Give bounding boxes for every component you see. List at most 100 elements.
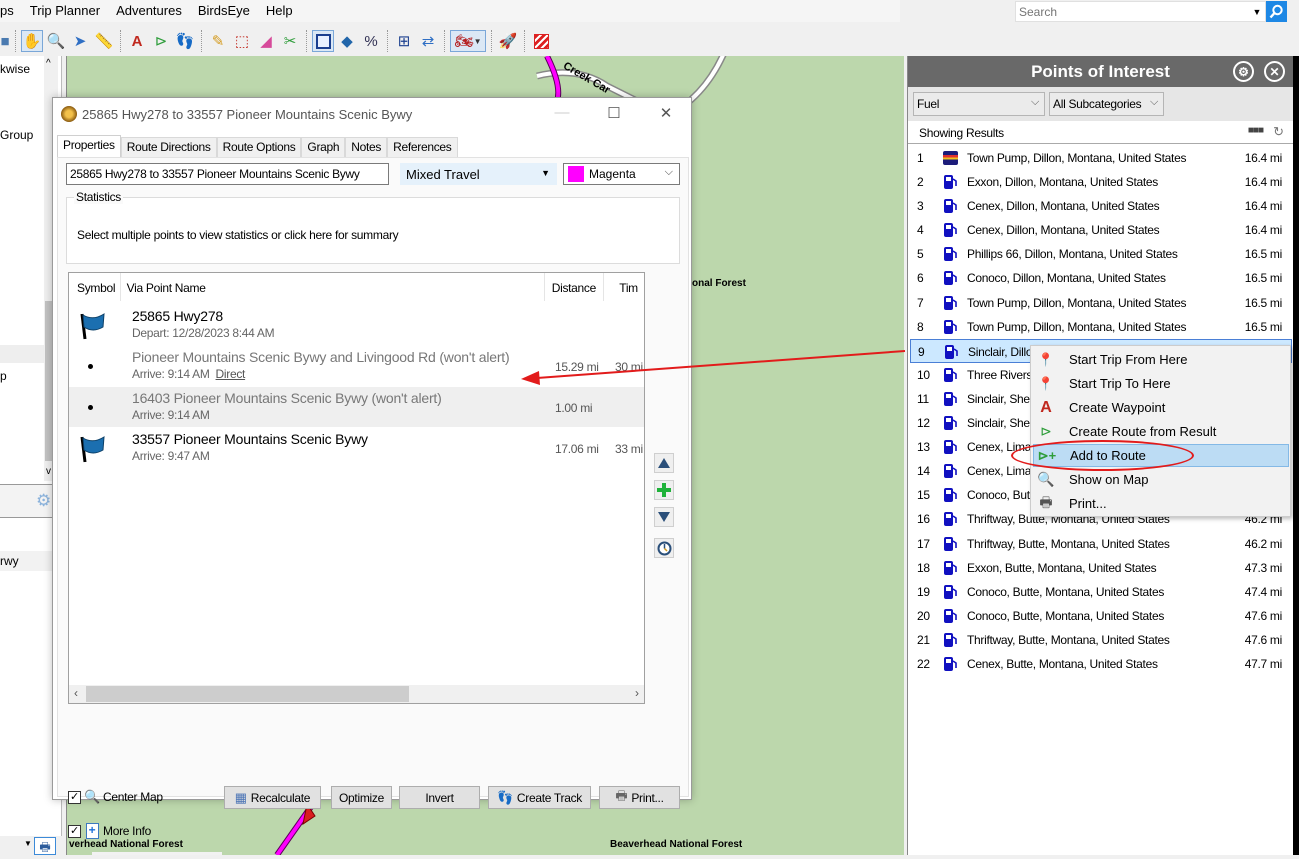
launch-rocket-icon[interactable]: 🚀 <box>497 30 519 52</box>
scroll-right-icon[interactable]: › <box>635 686 639 700</box>
left-panel-item[interactable]: Group <box>0 128 33 142</box>
column-time[interactable]: Tim <box>604 273 644 301</box>
horizontal-scrollbar[interactable]: ‹ › <box>69 685 644 703</box>
add-via-point-button[interactable] <box>654 480 674 500</box>
tab-notes[interactable]: Notes <box>345 137 388 157</box>
dropdown-arrow-icon[interactable]: ▼ <box>24 839 32 848</box>
tab-route-directions[interactable]: Route Directions <box>120 137 217 157</box>
search-dropdown-arrow[interactable]: ▼ <box>1249 7 1265 17</box>
poi-result-row[interactable]: 8 Town Pump, Dillon, Montana, United Stat… <box>910 315 1292 339</box>
scroll-left-icon[interactable]: ‹ <box>74 686 78 700</box>
settings-gear-icon[interactable]: ⚙ <box>1233 61 1254 82</box>
zoom-magnifier-icon[interactable]: 🔍 <box>45 30 67 52</box>
poi-result-row[interactable]: 21 Thriftway, Butte, Montana, United Stat… <box>910 628 1292 652</box>
no-entry-icon[interactable] <box>530 30 552 52</box>
route-name-input[interactable]: 25865 Hwy278 to 33557 Pioneer Mountains … <box>66 163 389 185</box>
hand-pan-icon[interactable]: ✋ <box>21 30 43 52</box>
context-menu-item[interactable]: A Create Waypoint <box>1033 396 1289 419</box>
context-menu-item[interactable]: 📍 Start Trip From Here <box>1033 348 1289 371</box>
poi-result-row[interactable]: 7 Town Pump, Dillon, Montana, United Stat… <box>910 291 1292 315</box>
menu-maps[interactable]: ps <box>0 0 24 22</box>
map-frame-icon[interactable] <box>312 30 334 52</box>
menu-adventures[interactable]: Adventures <box>110 0 192 22</box>
search-input[interactable] <box>1016 3 1249 20</box>
motorcycle-profile-icon[interactable]: 🏍 ▼ <box>450 30 486 52</box>
select-arrow-icon[interactable]: ➤ <box>69 30 91 52</box>
tab-properties[interactable]: Properties <box>57 135 121 157</box>
context-menu-item[interactable]: 📍 Start Trip To Here <box>1033 372 1289 395</box>
checkbox-box[interactable]: ✓ <box>68 824 81 838</box>
poi-result-row[interactable]: 1 Town Pump, Dillon, Montana, United Stat… <box>910 146 1292 170</box>
menu-help[interactable]: Help <box>260 0 303 22</box>
column-via-point-name[interactable]: Via Point Name <box>121 273 545 301</box>
via-point-row[interactable]: 16403 Pioneer Mountains Scenic Bywy (won… <box>69 387 644 427</box>
poi-result-row[interactable]: 17 Thriftway, Butte, Montana, United Stat… <box>910 532 1292 556</box>
gear-icon[interactable]: ⚙ <box>36 491 51 511</box>
invert-button[interactable]: Invert <box>399 786 480 809</box>
subcategory-select[interactable]: All Subcategories ⌵ <box>1049 92 1164 116</box>
3d-view-icon[interactable]: ◆ <box>336 30 358 52</box>
statistics-group[interactable]: Statistics Select multiple points to vie… <box>66 190 680 264</box>
selection-icon[interactable]: ⬚ <box>231 30 253 52</box>
waypoint-flag-icon[interactable]: A <box>126 30 148 52</box>
percent-icon[interactable]: % <box>360 30 382 52</box>
minimize-button[interactable]: — <box>547 104 577 124</box>
move-up-button[interactable] <box>654 453 674 473</box>
refresh-icon[interactable]: ↻ <box>1273 124 1284 140</box>
poi-result-row[interactable]: 18 Exxon, Butte, Montana, United States 47… <box>910 556 1292 580</box>
scissors-icon[interactable]: ✂ <box>279 30 301 52</box>
schedule-button[interactable] <box>654 538 674 558</box>
fit-icon[interactable]: ⊞ <box>393 30 415 52</box>
scroll-up-icon[interactable]: ^ <box>46 58 51 69</box>
scrollbar-thumb[interactable] <box>86 686 409 702</box>
more-options-icon[interactable]: ■■■ <box>1248 125 1264 136</box>
context-menu-item[interactable]: ⊳ Create Route from Result <box>1033 420 1289 443</box>
poi-result-row[interactable]: 22 Cenex, Butte, Montana, United States 47… <box>910 652 1292 676</box>
statistics-message[interactable]: Select multiple points to view statistic… <box>77 228 399 242</box>
tab-graph[interactable]: Graph <box>301 137 346 157</box>
poi-result-row[interactable]: 20 Conoco, Butte, Montana, United States 4… <box>910 604 1292 628</box>
column-symbol[interactable]: Symbol <box>69 273 121 301</box>
poi-result-row[interactable]: 19 Conoco, Butte, Montana, United States 4… <box>910 580 1292 604</box>
draw-pencil-icon[interactable]: ✎ <box>207 30 229 52</box>
optimize-button[interactable]: Optimize <box>331 786 392 809</box>
travel-mode-select[interactable]: Mixed Travel ▼ <box>400 163 557 185</box>
print-icon[interactable]: 🖶 <box>34 837 56 855</box>
tab-references[interactable]: References <box>387 137 458 157</box>
recalculate-button[interactable]: ▦ Recalculate <box>224 786 321 809</box>
via-point-row[interactable]: 25865 Hwy278 Depart: 12/28/2023 8:44 AM <box>69 305 644 345</box>
category-select[interactable]: Fuel ⌵ <box>913 92 1045 116</box>
poi-result-row[interactable]: 6 Conoco, Dillon, Montana, United States 1… <box>910 266 1292 290</box>
poi-result-row[interactable]: 5 Phillips 66, Dillon, Montana, United St… <box>910 242 1292 266</box>
context-menu-item[interactable]: 🖶 Print... <box>1033 492 1289 515</box>
swap-icon[interactable]: ⇄ <box>417 30 439 52</box>
measure-ruler-icon[interactable]: 📏 <box>93 30 115 52</box>
create-track-button[interactable]: 👣 Create Track <box>488 786 591 809</box>
poi-result-row[interactable]: 2 Exxon, Dillon, Montana, United States 16… <box>910 170 1292 194</box>
track-footprint-icon[interactable]: 👣 <box>174 30 196 52</box>
checkbox-box[interactable]: ✓ <box>68 790 81 804</box>
menu-trip-planner[interactable]: Trip Planner <box>24 0 110 22</box>
left-panel-item[interactable]: p <box>0 369 7 383</box>
maximize-button[interactable]: ☐ <box>599 104 629 124</box>
left-panel-selected-row[interactable] <box>0 345 44 363</box>
route-icon[interactable]: ⊳ <box>150 30 172 52</box>
move-down-button[interactable] <box>654 507 674 527</box>
column-distance[interactable]: Distance <box>545 273 605 301</box>
print-button[interactable]: 🖶 Print... <box>599 786 680 809</box>
close-icon[interactable]: ✕ <box>1264 61 1285 82</box>
search-button[interactable] <box>1266 1 1287 22</box>
via-points-list[interactable]: Symbol Via Point Name Distance Tim 25865… <box>68 272 645 704</box>
via-point-row[interactable]: 33557 Pioneer Mountains Scenic Bywy Arriv… <box>69 428 644 468</box>
map-view-icon[interactable]: ■ <box>0 30 10 52</box>
route-color-select[interactable]: Magenta ⌵ <box>563 163 680 185</box>
eraser-icon[interactable]: ◢ <box>255 30 277 52</box>
more-info-checkbox[interactable]: ✓ + More Info <box>68 822 151 840</box>
menu-birdseye[interactable]: BirdsEye <box>192 0 260 22</box>
poi-result-row[interactable]: 4 Cenex, Dillon, Montana, United States 16… <box>910 218 1292 242</box>
left-panel-item[interactable]: kwise <box>0 62 30 76</box>
close-button[interactable]: ✕ <box>651 104 681 124</box>
tab-route-options[interactable]: Route Options <box>216 137 302 157</box>
scroll-down-icon[interactable]: v <box>46 466 51 477</box>
poi-result-row[interactable]: 3 Cenex, Dillon, Montana, United States 16… <box>910 194 1292 218</box>
